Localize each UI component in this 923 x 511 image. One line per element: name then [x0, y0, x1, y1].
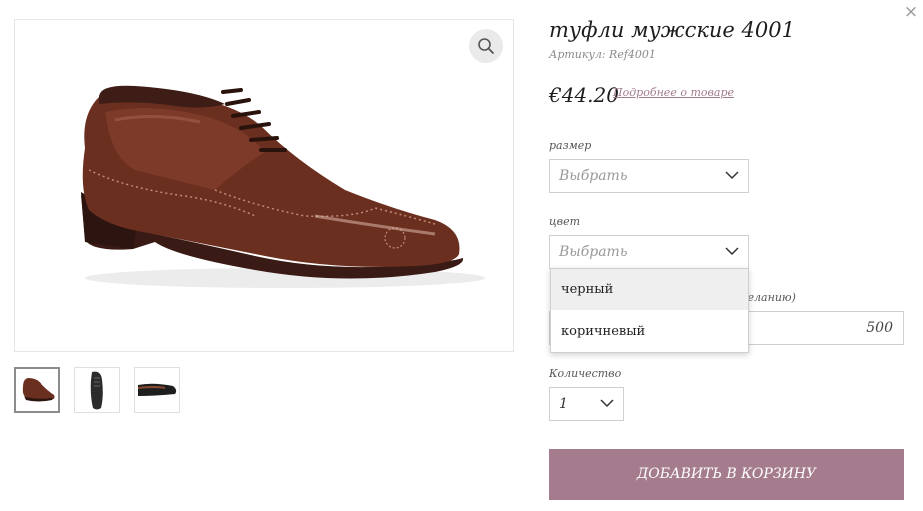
shoe-image	[81, 85, 485, 288]
quantity-select[interactable]: 1	[549, 387, 624, 421]
add-to-cart-button[interactable]: ДОБАВИТЬ В КОРЗИНУ	[549, 449, 904, 500]
chevron-down-icon	[600, 399, 614, 408]
search-icon	[478, 38, 494, 54]
extra-input-value: 500	[866, 320, 893, 336]
size-select-value: Выбрать	[559, 168, 628, 184]
product-price: €44.20	[549, 83, 619, 107]
size-select[interactable]: Выбрать	[549, 159, 749, 193]
color-option-brown[interactable]: коричневый	[551, 311, 748, 352]
thumbnail-shoe-top	[90, 371, 103, 410]
product-main-image	[14, 19, 514, 352]
product-details-link[interactable]: Подробнее о товаре	[613, 86, 734, 99]
chevron-down-icon	[725, 247, 739, 256]
thumbnail-shoe-sole	[137, 383, 177, 396]
color-dropdown: черный коричневый	[550, 268, 749, 353]
size-label: размер	[549, 139, 592, 152]
thumbnail-shoe-side	[22, 378, 55, 402]
thumbnail-2[interactable]	[74, 367, 120, 413]
chevron-down-icon	[725, 171, 739, 180]
color-label: цвет	[549, 215, 581, 228]
color-select-value: Выбрать	[559, 244, 628, 260]
color-select[interactable]: Выбрать	[549, 235, 749, 269]
close-icon[interactable]: ×	[903, 2, 919, 22]
zoom-button[interactable]	[469, 29, 503, 63]
thumbnail-1[interactable]	[14, 367, 60, 413]
quantity-value: 1	[559, 396, 568, 412]
color-option-black[interactable]: черный	[551, 269, 748, 310]
quantity-label: Количество	[549, 367, 622, 380]
thumbnail-3[interactable]	[134, 367, 180, 413]
product-sku: Артикул: Ref4001	[549, 48, 656, 61]
product-title: туфли мужские 4001	[549, 18, 795, 42]
